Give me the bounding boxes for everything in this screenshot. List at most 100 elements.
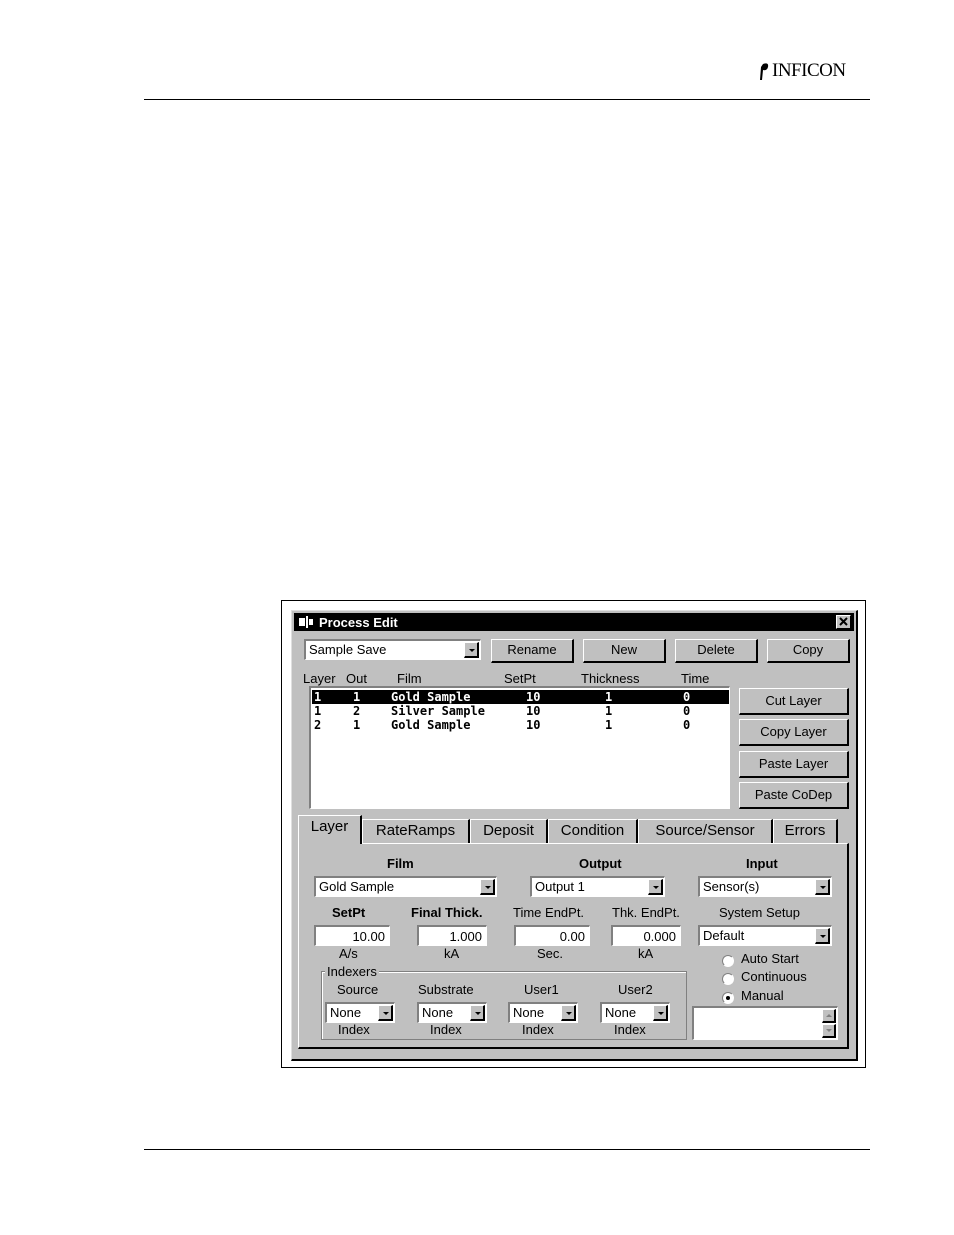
chevron-down-icon bbox=[469, 649, 475, 652]
chevron-down-icon bbox=[383, 1012, 389, 1015]
time-endpt-input[interactable]: 0.00 bbox=[514, 925, 590, 946]
manual-label: Manual bbox=[741, 988, 784, 1003]
setpt-value: 10.00 bbox=[352, 929, 385, 944]
paste-layer-button[interactable]: Paste Layer bbox=[739, 751, 849, 778]
thk-endpt-value: 0.000 bbox=[643, 929, 676, 944]
indexer-source-select[interactable]: None bbox=[325, 1002, 395, 1023]
indexer-user2-select[interactable]: None bbox=[600, 1002, 670, 1023]
table-row[interactable]: 2 1 Gold Sample 10 1 0 bbox=[312, 718, 729, 732]
scroll-up-button[interactable] bbox=[822, 1009, 836, 1023]
input-label: Input bbox=[746, 856, 778, 871]
indexer-substrate-select[interactable]: None bbox=[417, 1002, 487, 1023]
film-select-dropdown[interactable] bbox=[480, 879, 495, 895]
chevron-down-icon bbox=[653, 886, 659, 889]
inficon-logo: INFICON bbox=[760, 60, 846, 82]
column-header-film: Film bbox=[397, 671, 422, 686]
cut-layer-button[interactable]: Cut Layer bbox=[739, 688, 849, 715]
table-row[interactable]: 1 1 Gold Sample 10 1 0 bbox=[312, 690, 729, 704]
continuous-radio[interactable] bbox=[722, 973, 734, 985]
cell-time: 0 bbox=[683, 690, 691, 704]
final-thick-unit: kA bbox=[444, 946, 460, 961]
indexer-user1-value: None bbox=[513, 1005, 545, 1020]
tab-rateramps[interactable]: RateRamps bbox=[362, 819, 470, 843]
film-label: Film bbox=[387, 856, 414, 871]
input-select[interactable]: Sensor(s) bbox=[698, 876, 832, 897]
thk-endpt-unit: kA bbox=[638, 946, 654, 961]
table-row[interactable]: 1 2 Silver Sample 10 1 0 bbox=[312, 704, 729, 718]
output-select[interactable]: Output 1 bbox=[530, 876, 665, 897]
system-setup-select[interactable]: Default bbox=[698, 925, 832, 946]
tab-layer[interactable]: Layer bbox=[298, 815, 362, 844]
column-header-time: Time bbox=[681, 671, 710, 686]
indexer-substrate-label: Substrate bbox=[418, 982, 474, 997]
process-select-value: Sample Save bbox=[309, 642, 387, 657]
chevron-down-icon bbox=[820, 935, 826, 938]
new-button[interactable]: New bbox=[583, 639, 666, 663]
indexer-substrate-dropdown[interactable] bbox=[470, 1005, 485, 1021]
setpt-input[interactable]: 10.00 bbox=[314, 925, 390, 946]
paste-codep-button[interactable]: Paste CoDep bbox=[739, 782, 849, 809]
close-button[interactable] bbox=[836, 615, 851, 629]
process-select[interactable]: Sample Save bbox=[304, 639, 481, 660]
indexer-user2-label: User2 bbox=[618, 982, 653, 997]
delete-button[interactable]: Delete bbox=[675, 639, 758, 663]
logo-text: INFICON bbox=[772, 60, 846, 81]
indexer-source-label: Source bbox=[337, 982, 379, 997]
system-setup-dropdown[interactable] bbox=[815, 928, 830, 944]
footer-rule bbox=[144, 1149, 870, 1150]
film-select[interactable]: Gold Sample bbox=[314, 876, 497, 897]
chevron-down-icon bbox=[658, 1012, 664, 1015]
chevron-down-icon bbox=[475, 1012, 481, 1015]
tab-deposit[interactable]: Deposit bbox=[470, 819, 548, 843]
tab-condition[interactable]: Condition bbox=[548, 819, 638, 843]
rename-button[interactable]: Rename bbox=[491, 639, 574, 663]
final-thick-input[interactable]: 1.000 bbox=[417, 925, 487, 946]
cell-thickness: 1 bbox=[605, 704, 613, 718]
layer-list[interactable]: 1 1 Gold Sample 10 1 0 1 2 Silver Sample… bbox=[309, 686, 730, 809]
cell-thickness: 1 bbox=[605, 690, 613, 704]
copy-button[interactable]: Copy bbox=[767, 639, 850, 663]
indexer-user2-unit: Index bbox=[614, 1022, 646, 1037]
final-thick-value: 1.000 bbox=[449, 929, 482, 944]
copy-layer-button[interactable]: Copy Layer bbox=[739, 719, 849, 746]
layer-tab-panel: Film Output Input Gold Sample Output 1 S… bbox=[298, 843, 849, 1049]
setpt-unit: A/s bbox=[339, 946, 358, 961]
indexer-user1-select[interactable]: None bbox=[508, 1002, 578, 1023]
cell-layer: 1 bbox=[314, 704, 322, 718]
cell-setpt: 10 bbox=[526, 704, 541, 718]
column-header-setpt: SetPt bbox=[504, 671, 536, 686]
tab-source-sensor[interactable]: Source/Sensor bbox=[638, 819, 773, 843]
inficon-logo-mark-icon bbox=[760, 61, 770, 81]
final-thick-label: Final Thick. bbox=[411, 905, 483, 920]
auto-start-label: Auto Start bbox=[741, 951, 799, 966]
chevron-down-icon bbox=[826, 1029, 832, 1032]
indexer-user2-dropdown[interactable] bbox=[653, 1005, 668, 1021]
scroll-down-button[interactable] bbox=[822, 1024, 836, 1038]
output-label: Output bbox=[579, 856, 622, 871]
chevron-down-icon bbox=[485, 886, 491, 889]
indexer-source-dropdown[interactable] bbox=[378, 1005, 393, 1021]
cell-setpt: 10 bbox=[526, 690, 541, 704]
chevron-down-icon bbox=[566, 1012, 572, 1015]
indexer-user1-dropdown[interactable] bbox=[561, 1005, 576, 1021]
indexer-source-unit: Index bbox=[338, 1022, 370, 1037]
close-icon bbox=[839, 617, 848, 626]
input-select-dropdown[interactable] bbox=[815, 879, 830, 895]
cell-out: 2 bbox=[353, 704, 361, 718]
cell-layer: 1 bbox=[314, 690, 322, 704]
output-select-value: Output 1 bbox=[535, 879, 585, 894]
thk-endpt-label: Thk. EndPt. bbox=[612, 905, 680, 920]
output-select-dropdown[interactable] bbox=[648, 879, 663, 895]
header-rule bbox=[144, 99, 870, 100]
window-title: Process Edit bbox=[319, 615, 398, 630]
manual-radio[interactable] bbox=[722, 992, 734, 1004]
tab-errors[interactable]: Errors bbox=[773, 819, 838, 843]
auto-start-radio[interactable] bbox=[722, 955, 734, 967]
cell-out: 1 bbox=[353, 718, 361, 732]
process-select-dropdown[interactable] bbox=[464, 642, 479, 658]
setpt-label: SetPt bbox=[332, 905, 366, 920]
column-header-thickness: Thickness bbox=[581, 671, 640, 686]
notes-box[interactable] bbox=[692, 1006, 838, 1040]
thk-endpt-input[interactable]: 0.000 bbox=[611, 925, 681, 946]
indexers-title: Indexers bbox=[325, 964, 379, 979]
